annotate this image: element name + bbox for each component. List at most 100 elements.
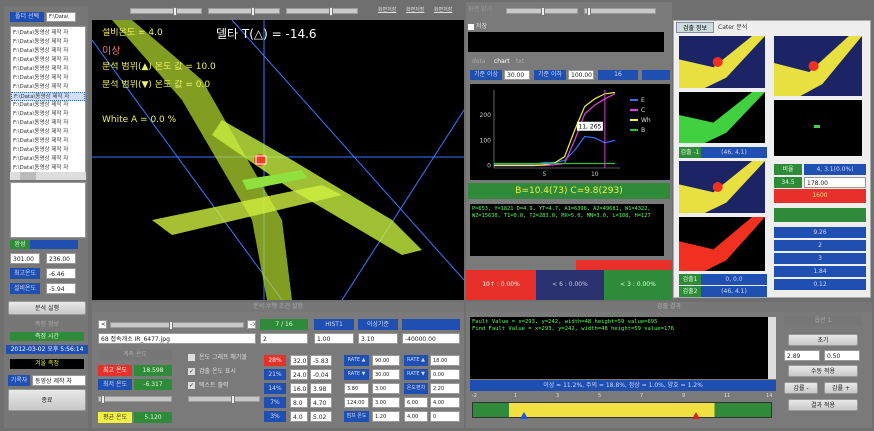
rate-value[interactable]: 1.20 <box>372 411 400 422</box>
percent-value-b[interactable]: 5.02 <box>310 411 332 422</box>
percent-value-a[interactable]: 4.0 <box>290 411 308 422</box>
tab-txt[interactable]: txt <box>516 56 536 67</box>
save-screen-button-3[interactable]: 화면저장 <box>434 6 460 15</box>
file-list-item[interactable]: F:\Data\동영상 제작 자 <box>11 101 85 110</box>
lo-value[interactable]: 30.00 <box>504 70 530 80</box>
file-list-item[interactable]: F:\Data\동영상 제작 자 <box>11 137 85 146</box>
file-list-item[interactable]: F:\Data\동영상 제작 자 <box>11 29 85 38</box>
percent-value-b[interactable]: 3.98 <box>310 383 332 394</box>
analyze-button[interactable]: 분석 실행 <box>8 301 86 315</box>
max-temp-value[interactable]: -6.46 <box>46 268 76 279</box>
option-checkbox[interactable]: 온도 그래프 매기볼 <box>188 352 260 363</box>
rate-value[interactable]: 4.00 <box>404 411 428 422</box>
blue-threshold-marker[interactable] <box>519 412 528 419</box>
option-checkbox[interactable]: ✓ 검출 온도 표시 <box>188 366 260 377</box>
file-list-item[interactable]: F:\Data\동영상 제작 자 <box>11 47 85 56</box>
rate-value[interactable]: 0.00 <box>430 369 460 380</box>
file-list-scrollbar[interactable] <box>10 172 86 180</box>
field-3[interactable]: 3.10 <box>358 333 398 344</box>
field-1[interactable]: 2 <box>260 333 308 344</box>
rate-value[interactable]: 3.00 <box>372 397 400 408</box>
option-value-2[interactable]: 0.50 <box>824 350 860 361</box>
option-checkbox[interactable]: ✓ 텍스트 출력 <box>188 380 260 391</box>
tab-data[interactable]: data <box>472 56 492 67</box>
rate-label: RATE ▼ <box>404 369 428 380</box>
next-button[interactable]: -> <box>247 320 256 329</box>
chart-slider-1[interactable] <box>506 7 578 16</box>
file-slider[interactable] <box>110 321 244 330</box>
rate-value[interactable]: 3.80 <box>344 383 369 394</box>
brightness-slider-3[interactable] <box>286 7 358 16</box>
detection-result-panel: 검출 결과 Fault Value = x=293, y=242, width=… <box>466 302 872 428</box>
percent-value-b[interactable]: 4.70 <box>310 397 332 408</box>
red-threshold-marker[interactable] <box>692 412 701 419</box>
file-list-item[interactable]: F:\Data\동영상 제작 자 <box>11 74 85 83</box>
file-list-item[interactable]: F:\Data\동영상 제작 자 <box>11 119 85 128</box>
rate-value[interactable]: 3.00 <box>372 383 400 394</box>
equip-temp-value[interactable]: -5.94 <box>46 283 76 294</box>
percent-value-b[interactable]: -0.04 <box>310 369 332 380</box>
percent-value-a[interactable]: 32.0 <box>290 355 308 366</box>
file-list-item[interactable]: F:\Data\동영상 제작 자 <box>11 83 85 92</box>
file-list-item[interactable]: F:\Data\동영상 제작 자 <box>11 92 85 101</box>
option-value-1[interactable]: 2.89 <box>784 350 820 361</box>
rate-value[interactable]: 4.00 <box>430 397 460 408</box>
brightness-slider-2[interactable] <box>208 7 280 16</box>
folder-path-field[interactable]: F:\Data\ <box>46 12 76 22</box>
file-list-item[interactable]: F:\Data\동영상 제작 자 <box>11 56 85 65</box>
brightness-slider-1[interactable] <box>130 7 202 16</box>
rate-value[interactable]: 90.00 <box>372 355 400 366</box>
increase-button[interactable]: 감률 + <box>824 382 858 394</box>
reset-button[interactable]: 초기 <box>788 334 858 346</box>
percent-value-a[interactable]: 16.0 <box>290 383 308 394</box>
decrease-button[interactable]: 감률 - <box>784 382 818 394</box>
file-list-item[interactable]: F:\Data\동영상 제작 자 <box>11 110 85 119</box>
percent-value-a[interactable]: 8.0 <box>290 397 308 408</box>
blank-button[interactable] <box>402 319 460 330</box>
file-list-item[interactable]: F:\Data\동영상 제작 자 <box>11 146 85 155</box>
file-list-item[interactable]: F:\Data\동영상 제작 자 <box>11 155 85 164</box>
tab-detect-info[interactable]: 검출 정보 <box>676 22 714 33</box>
chart-button[interactable]: 16 <box>598 70 638 80</box>
chart-slider-2[interactable] <box>584 7 656 16</box>
rate-value[interactable]: 6.00 <box>404 397 428 408</box>
file-list[interactable]: F:\Data\동영상 제작 자 F:\Data\동영상 제작 자 F:\Data\… <box>10 26 86 174</box>
exit-button[interactable]: 종료 <box>8 389 86 411</box>
rate-value[interactable]: 2.20 <box>430 383 460 394</box>
rate-value[interactable]: 0 <box>430 411 460 422</box>
thermal-image[interactable]: 설비온도 = 4.0 델타 T(△) = -14.6 이상 분석 범위(▲) 온… <box>92 20 464 300</box>
criteria-button[interactable]: 이상기준 <box>358 319 398 330</box>
manual-apply-button[interactable]: 수동 적용 <box>788 365 858 377</box>
file-list-item[interactable]: F:\Data\동영상 제작 자 <box>11 65 85 74</box>
threshold-slider[interactable] <box>188 395 260 404</box>
result-log-scrollbar[interactable] <box>768 317 776 379</box>
percent-value-b[interactable]: -5.83 <box>310 355 332 366</box>
percent-value-a[interactable]: 24.0 <box>290 369 308 380</box>
r2-value[interactable]: 178.00 <box>804 177 866 188</box>
apply-result-button[interactable]: 결과 적용 <box>788 399 858 411</box>
hi-value[interactable]: 100.00 <box>568 70 594 80</box>
chart-button-2[interactable] <box>642 70 670 80</box>
folder-select-button[interactable]: 폴더 선택 <box>10 12 44 22</box>
save-screen-button-2[interactable]: 화면저장 <box>406 6 430 15</box>
filename-field[interactable]: 68 접속개소 IR_6477.jpg <box>98 333 256 344</box>
coord-y-field[interactable]: 236.00 <box>46 253 76 264</box>
notes-box[interactable] <box>10 182 86 238</box>
temp-slider[interactable] <box>98 395 172 404</box>
save-screen-button-1[interactable]: 화면저장 <box>378 6 402 15</box>
hist-button[interactable]: HIST1 <box>314 319 354 330</box>
file-list-item[interactable]: F:\Data\동영상 제작 자 <box>11 38 85 47</box>
alert-value: 1600 <box>774 189 866 203</box>
recorder-field[interactable]: 동영상 제작 자 <box>32 375 86 386</box>
save-checkbox[interactable]: 저장 <box>468 21 528 32</box>
rate-value[interactable]: 18.00 <box>430 355 460 366</box>
rate-value[interactable]: 124.00 <box>344 397 369 408</box>
tab-cater[interactable]: Cater 분석 <box>718 22 758 33</box>
file-list-item[interactable]: F:\Data\동영상 제작 자 <box>11 128 85 137</box>
prev-button[interactable]: <- <box>98 320 107 329</box>
tab-chart[interactable]: chart <box>494 56 514 67</box>
field-4[interactable]: -40000.00 <box>402 333 460 344</box>
field-2[interactable]: 1.00 <box>314 333 354 344</box>
rate-value[interactable]: 30.00 <box>372 369 400 380</box>
coord-x-field[interactable]: 301.00 <box>10 253 40 264</box>
